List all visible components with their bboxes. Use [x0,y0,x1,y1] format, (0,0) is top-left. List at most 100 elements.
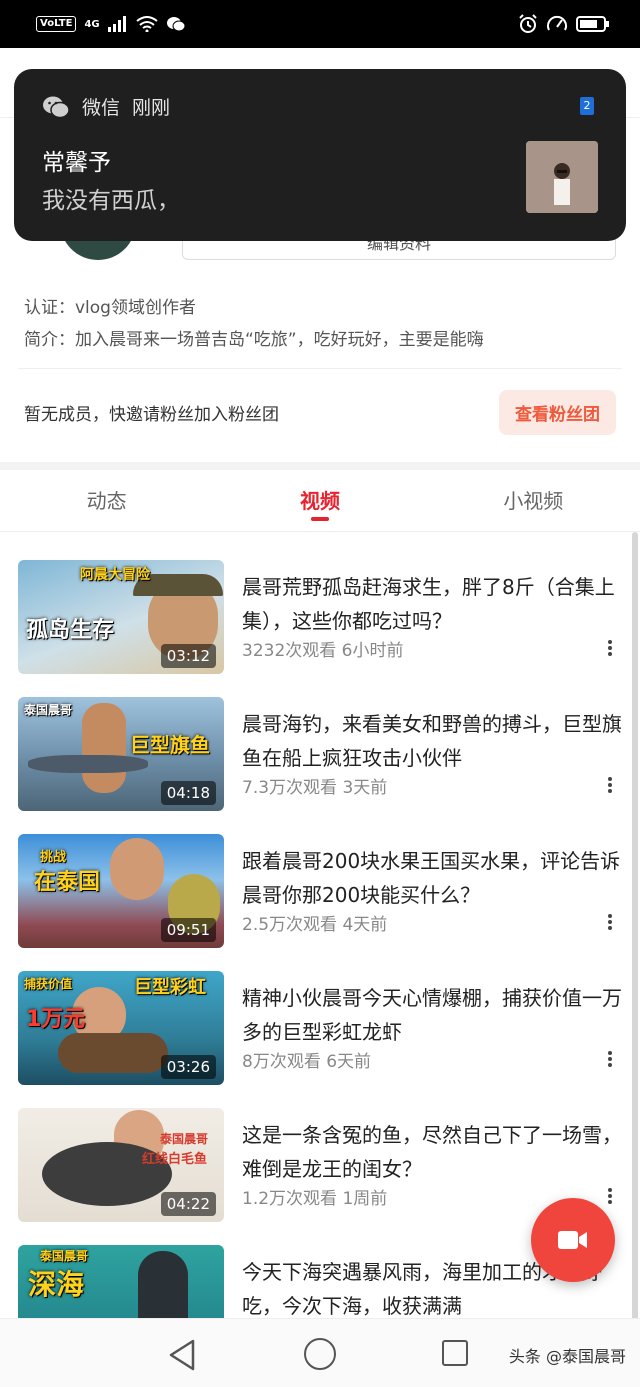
content-tabs: 动态 视频 小视频 [0,470,640,532]
publish-time: 4天前 [342,915,388,935]
back-icon[interactable] [168,1339,196,1371]
video-item[interactable]: 泰国晨哥 深海 今天下海突遇暴风雨，海里加工的才最好吃，今次下海，收获满满 [18,1245,622,1319]
home-icon[interactable] [304,1338,336,1370]
tab-short-videos[interactable]: 小视频 [427,470,640,531]
video-duration: 04:22 [160,1192,216,1216]
video-item[interactable]: 挑战 在泰国 09:51 跟着晨哥200块水果王国买水果，评论告诉晨哥你那200… [18,834,622,948]
video-item[interactable]: 捕获价值 1万元 巨型彩虹 03:26 精神小伙晨哥今天心情爆棚，捕获价值一万多… [18,971,622,1085]
system-nav-bar: 头条 @泰国晨哥 [0,1318,640,1387]
video-thumbnail[interactable]: 挑战 在泰国 09:51 [18,834,224,948]
wechat-icon [166,17,186,32]
view-count: 1.2万次观看 [242,1189,338,1209]
video-title[interactable]: 精神小伙晨哥今天心情爆棚，捕获价值一万多的巨型彩虹龙虾 [242,981,622,1049]
divider [18,368,622,369]
video-duration: 04:18 [160,781,216,805]
video-item[interactable]: 阿晨大冒险 孤岛生存 03:12 晨哥荒野孤岛赶海求生，胖了8斤（合集上集），这… [18,560,622,674]
video-title[interactable]: 晨哥海钓，来看美女和野兽的搏斗，巨型旗鱼在船上疯狂攻击小伙伴 [242,707,622,775]
notification-header: 微信 刚刚 [42,93,170,120]
video-thumbnail[interactable]: 泰国晨哥 红线白毛鱼 04:22 [18,1108,224,1222]
wechat-notification[interactable]: 微信 刚刚 2 常馨予 我没有西瓜， [14,69,626,241]
intro-text: 简介：加入晨哥来一场普吉岛“吃旅”，吃好玩好，主要是能嗨 [24,330,484,350]
view-count: 2.5万次观看 [242,915,338,935]
thumbnail-caption: 捕获价值 [24,977,73,991]
watermark: 头条 @泰国晨哥 [508,1347,626,1366]
video-duration: 03:26 [160,1055,216,1079]
video-title[interactable]: 跟着晨哥200块水果王国买水果，评论告诉晨哥你那200块能买什么？ [242,844,622,912]
notification-app-name: 微信 [82,97,121,119]
video-thumbnail[interactable]: 泰国晨哥 巨型旗鱼 04:18 [18,697,224,811]
tab-label: 小视频 [503,489,564,513]
publish-time: 6天前 [326,1052,372,1072]
publish-time: 1周前 [342,1189,388,1209]
more-options-icon[interactable] [608,1051,612,1067]
video-item[interactable]: 泰国晨哥 巨型旗鱼 04:18 晨哥海钓，来看美女和野兽的搏斗，巨型旗鱼在船上疯… [18,697,622,811]
video-thumbnail[interactable]: 捕获价值 1万元 巨型彩虹 03:26 [18,971,224,1085]
thumbnail-caption: 泰国晨哥 [160,1132,209,1146]
thumbnail-caption: 巨型彩虹 [134,977,206,998]
wifi-icon [135,16,158,32]
battery-icon [576,16,609,32]
thumbnail-caption: 在泰国 [34,870,101,895]
thumbnail-caption: 泰国晨哥 [24,703,73,717]
thumbnail-caption: 挑战 [40,850,67,865]
volte-indicator: VoLTE [36,16,77,32]
video-meta: 3232次观看 6小时前 [242,636,404,661]
publish-time: 6小时前 [341,641,404,661]
wechat-icon [43,96,70,118]
tab-dynamics[interactable]: 动态 [0,470,213,531]
video-duration: 09:51 [160,918,216,942]
thumbnail-diver [138,1251,188,1319]
network-type: 4G [84,18,100,30]
notification-message: 我没有西瓜， [42,188,180,214]
more-options-icon[interactable] [608,914,612,930]
thumbnail-caption: 孤岛生存 [26,618,115,643]
thumbnail-caption: 1万元 [26,1007,86,1032]
tab-videos[interactable]: 视频 [213,470,426,531]
more-options-icon[interactable] [608,1188,612,1204]
alarm-icon [519,14,537,33]
notification-time: 刚刚 [132,97,171,119]
speed-icon [547,15,567,31]
recent-apps-icon[interactable] [442,1340,468,1366]
view-count: 3232次观看 [242,641,337,661]
more-options-icon[interactable] [608,777,612,793]
thumbnail-person [110,838,164,900]
fan-group-text: 暂无成员，快邀请粉丝加入粉丝团 [24,404,279,425]
signal-icon [107,16,126,32]
view-count: 7.3万次观看 [242,778,338,798]
video-title[interactable]: 这是一条含冤的鱼，尽然自己下了一场雪，难倒是龙王的闺女？ [242,1118,622,1186]
profile-info: 认证：vlog领域创作者 简介：加入晨哥来一场普吉岛“吃旅”，吃好玩好，主要是能… [24,292,484,356]
tab-label: 视频 [299,489,340,513]
video-thumbnail[interactable]: 阿晨大冒险 孤岛生存 03:12 [18,560,224,674]
video-meta: 7.3万次观看 3天前 [242,773,387,798]
thumbnail-lobster [58,1033,168,1073]
thumbnail-caption: 红线白毛鱼 [142,1152,208,1167]
notification-sender: 常馨予 [42,150,111,176]
sender-avatar [526,141,598,213]
view-count: 8万次观看 [242,1052,321,1072]
view-fan-group-button[interactable]: 查看粉丝团 [499,389,616,435]
notification-count-badge: 2 [580,97,594,115]
active-tab-indicator [310,517,329,521]
thumbnail-caption: 巨型旗鱼 [130,733,210,757]
thumbnail-caption: 泰国晨哥 [40,1249,89,1263]
video-thumbnail[interactable]: 泰国晨哥 深海 [18,1245,224,1319]
scrollbar[interactable] [632,532,638,1322]
video-camera-icon [558,1231,587,1249]
section-separator [0,462,640,470]
thumbnail-caption: 深海 [28,1268,85,1301]
video-item[interactable]: 泰国晨哥 红线白毛鱼 04:22 这是一条含冤的鱼，尽然自己下了一场雪，难倒是龙… [18,1108,622,1222]
thumbnail-person [82,703,126,793]
publish-time: 3天前 [342,778,388,798]
record-video-button[interactable] [531,1198,615,1282]
video-meta: 8万次观看 6天前 [242,1047,371,1072]
tab-label: 动态 [86,489,127,513]
more-options-icon[interactable] [608,640,612,656]
video-meta: 1.2万次观看 1周前 [242,1184,387,1209]
video-duration: 03:12 [160,644,216,668]
video-meta: 2.5万次观看 4天前 [242,910,387,935]
status-bar: VoLTE 4G [0,0,640,48]
fan-group-row: 暂无成员，快邀请粉丝加入粉丝团 查看粉丝团 [24,389,616,435]
certification-text: 认证：vlog领域创作者 [24,298,196,318]
video-title[interactable]: 晨哥荒野孤岛赶海求生，胖了8斤（合集上集），这些你都吃过吗？ [242,570,622,638]
